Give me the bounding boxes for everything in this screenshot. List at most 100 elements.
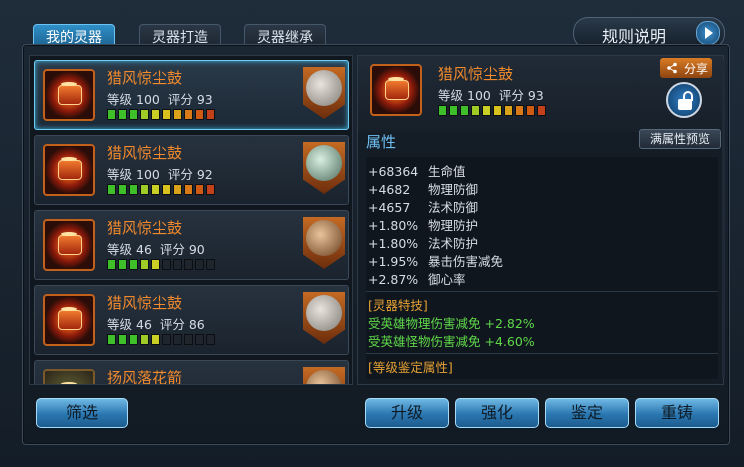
quality-segment <box>129 184 138 195</box>
attribute-row: +1.80% 法术防护 <box>368 236 479 251</box>
list-item[interactable]: 扬风落花箭 <box>34 360 349 385</box>
artifact-list[interactable]: 猎风惊尘鼓 等级 100 评分 93 猎风惊尘鼓 等级 100 评分 92 猎风… <box>29 55 353 385</box>
item-name: 扬风落花箭 <box>107 369 183 385</box>
quality-segment <box>173 259 182 270</box>
share-button[interactable]: 分享 <box>660 58 712 78</box>
quality-bar <box>438 105 546 116</box>
share-icon <box>667 62 677 74</box>
drum-icon <box>43 294 95 346</box>
item-meta: 等级 100 评分 93 <box>107 92 213 107</box>
quality-segment <box>195 259 204 270</box>
quality-segment <box>129 259 138 270</box>
list-item[interactable]: 猎风惊尘鼓 等级 46 评分 90 <box>34 210 349 280</box>
artifact-detail: 猎风惊尘鼓 等级 100 评分 93 分享 属性 满属性预览 +68364 生命值… <box>357 55 724 385</box>
hero-portrait-icon <box>303 367 345 384</box>
detail-meta: 等级 100 评分 93 <box>438 88 544 103</box>
enhance-button[interactable]: 强化 <box>455 398 539 428</box>
quality-segment <box>162 109 171 120</box>
list-item[interactable]: 猎风惊尘鼓 等级 100 评分 93 <box>34 60 349 130</box>
full-attributes-preview-button[interactable]: 满属性预览 <box>639 129 721 149</box>
detail-name: 猎风惊尘鼓 <box>438 65 514 83</box>
item-name: 猎风惊尘鼓 <box>107 294 183 312</box>
quality-segment <box>184 109 193 120</box>
list-item[interactable]: 猎风惊尘鼓 等级 46 评分 86 <box>34 285 349 355</box>
quality-segment <box>118 184 127 195</box>
quality-segment <box>206 334 215 345</box>
quality-segment <box>107 334 116 345</box>
quality-segment <box>206 184 215 195</box>
quality-segment <box>151 334 160 345</box>
quality-segment <box>140 259 149 270</box>
hero-portrait-icon <box>303 292 345 344</box>
quality-segment <box>482 105 491 116</box>
quality-segment <box>537 105 546 116</box>
attribute-row: +1.95% 暴击伤害减免 <box>368 254 504 269</box>
item-meta: 等级 46 评分 90 <box>107 242 205 257</box>
hero-portrait-icon <box>303 217 345 269</box>
quality-segment <box>471 105 480 116</box>
quality-segment <box>162 184 171 195</box>
drum-icon <box>43 144 95 196</box>
skill-line: 受英雄怪物伤害减免 +4.60% <box>368 334 535 349</box>
quality-segment <box>173 109 182 120</box>
scrollbar[interactable] <box>722 60 725 378</box>
attribute-row: +68364 生命值 <box>368 164 466 179</box>
quality-bar <box>107 184 215 195</box>
divider <box>366 353 718 354</box>
recast-button[interactable]: 重铸 <box>635 398 719 428</box>
upgrade-button[interactable]: 升级 <box>365 398 449 428</box>
filter-button[interactable]: 筛选 <box>36 398 128 428</box>
quality-segment <box>206 109 215 120</box>
quality-segment <box>118 334 127 345</box>
quality-segment <box>140 109 149 120</box>
quality-segment <box>162 259 171 270</box>
drum-icon <box>43 69 95 121</box>
quality-segment <box>438 105 447 116</box>
drum-icon <box>43 219 95 271</box>
quality-segment <box>129 109 138 120</box>
quality-segment <box>526 105 535 116</box>
quality-bar <box>107 334 215 345</box>
quality-segment <box>140 184 149 195</box>
attributes-list[interactable]: +68364 生命值 +4682 物理防御 +4657 法术防御 +1.80% 物理防护… <box>366 157 718 379</box>
quality-segment <box>195 334 204 345</box>
quality-segment <box>449 105 458 116</box>
identify-button[interactable]: 鉴定 <box>545 398 629 428</box>
item-name: 猎风惊尘鼓 <box>107 219 183 237</box>
quality-segment <box>184 334 193 345</box>
quality-segment <box>460 105 469 116</box>
play-arrow-icon <box>696 21 720 45</box>
list-item[interactable]: 猎风惊尘鼓 等级 100 评分 92 <box>34 135 349 205</box>
drum-icon <box>370 64 422 116</box>
quality-segment <box>493 105 502 116</box>
quality-bar <box>107 109 215 120</box>
quality-segment <box>140 334 149 345</box>
share-label: 分享 <box>684 62 709 76</box>
hero-portrait-icon <box>303 142 345 194</box>
quality-segment <box>195 109 204 120</box>
quality-segment <box>173 334 182 345</box>
quality-segment <box>173 184 182 195</box>
item-name: 猎风惊尘鼓 <box>107 144 183 162</box>
item-meta: 等级 100 评分 92 <box>107 167 213 182</box>
quality-segment <box>184 259 193 270</box>
hero-portrait-icon <box>303 67 345 119</box>
quality-segment <box>107 184 116 195</box>
attribute-row: +1.80% 物理防护 <box>368 218 479 233</box>
quality-bar <box>107 259 215 270</box>
skill-section-title: [灵器特技] <box>368 298 428 313</box>
quality-segment <box>184 184 193 195</box>
quality-segment <box>129 334 138 345</box>
quality-segment <box>195 184 204 195</box>
skill-line: 受英雄物理伤害减免 +2.82% <box>368 316 535 331</box>
attribute-row: +4657 法术防御 <box>368 200 479 215</box>
attributes-title: 属性 <box>366 133 397 151</box>
quality-segment <box>206 259 215 270</box>
quality-segment <box>118 109 127 120</box>
lock-body <box>678 99 692 110</box>
unlock-button[interactable] <box>666 82 702 118</box>
item-meta: 等级 46 评分 86 <box>107 317 205 332</box>
quality-segment <box>107 259 116 270</box>
quality-segment <box>151 184 160 195</box>
quality-segment <box>118 259 127 270</box>
